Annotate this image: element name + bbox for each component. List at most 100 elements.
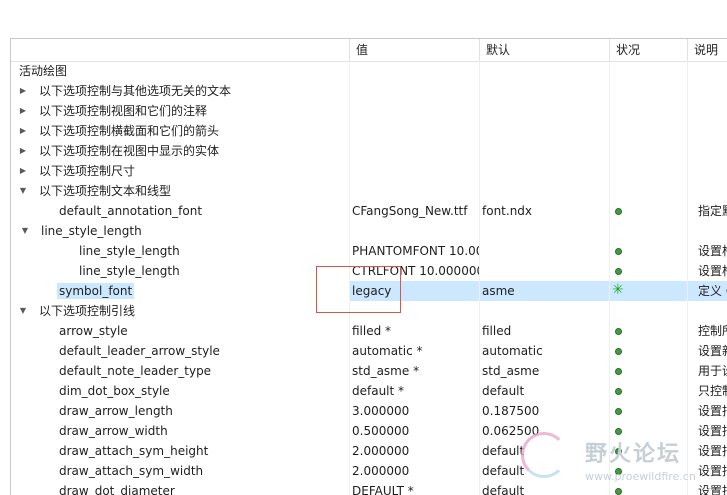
table-row[interactable]: 活动绘图 [11, 61, 727, 81]
table-row[interactable]: ▼ 以下选项控制引线 [11, 301, 727, 321]
option-status [610, 341, 687, 361]
option-status [610, 161, 687, 181]
collapse-arrow-icon[interactable]: ▼ [19, 221, 31, 241]
option-default [480, 81, 609, 101]
expand-arrow-icon[interactable]: ▶ [17, 161, 29, 181]
expand-arrow-icon[interactable]: ▶ [17, 121, 29, 141]
table-row[interactable]: draw_arrow_length 3.000000 0.187500 设置指引 [11, 401, 727, 421]
row-name-cell[interactable]: default_note_leader_type [11, 361, 349, 381]
table-row[interactable]: symbol_font legacy asme ✳ 定义 Cr [11, 281, 727, 301]
option-default-text: filled [482, 324, 512, 338]
table-row[interactable]: ▶ 以下选项控制视图和它们的注释 [11, 101, 727, 121]
option-value[interactable]: automatic * [350, 341, 479, 361]
options-table[interactable]: 值 默认 状况 说明 活动绘图 ▶ 以下选项控制与其他选项无关的文本 ▶ 以下选项控制视… [10, 38, 727, 495]
table-row[interactable]: ▼ line_style_length [11, 221, 727, 241]
option-value[interactable]: legacy [350, 281, 479, 301]
option-value[interactable] [350, 301, 479, 321]
option-value-text [350, 224, 352, 238]
table-row[interactable]: arrow_style filled * filled 控制所有 [11, 321, 727, 341]
option-value[interactable] [350, 161, 479, 181]
collapse-arrow-icon[interactable]: ▼ [17, 301, 29, 321]
row-name-cell[interactable]: default_annotation_font [11, 201, 349, 221]
header-default[interactable]: 默认 [479, 39, 609, 61]
table-row[interactable]: draw_arrow_width 0.500000 0.062500 设置指引 [11, 421, 727, 441]
option-name: dim_dot_box_style [59, 384, 170, 398]
row-name-cell[interactable]: ▶ 以下选项控制横截面和它们的箭头 [11, 121, 349, 141]
option-value[interactable] [350, 221, 479, 241]
row-name-cell[interactable]: line_style_length [11, 261, 349, 281]
table-row[interactable]: ▶ 以下选项控制尺寸 [11, 161, 727, 181]
option-description: 设置构成 [688, 261, 727, 281]
option-value[interactable] [350, 181, 479, 201]
option-value[interactable]: 2.000000 [350, 461, 479, 481]
row-name-cell[interactable]: draw_attach_sym_width [11, 461, 349, 481]
option-value[interactable]: filled * [350, 321, 479, 341]
option-value[interactable] [350, 81, 479, 101]
table-row[interactable]: dim_dot_box_style default * default 只控制点 [11, 381, 727, 401]
row-name-cell[interactable]: ▶ 以下选项控制视图和它们的注释 [11, 101, 349, 121]
option-value[interactable]: 2.000000 [350, 441, 479, 461]
option-default: 0.187500 [480, 401, 609, 421]
row-name-cell[interactable]: ▶ 以下选项控制与其他选项无关的文本 [11, 81, 349, 101]
row-name-cell[interactable]: default_leader_arrow_style [11, 341, 349, 361]
option-value[interactable]: DEFAULT * [350, 481, 479, 495]
row-name-cell[interactable]: ▶ 以下选项控制在视图中显示的实体 [11, 141, 349, 161]
option-value[interactable]: default * [350, 381, 479, 401]
table-row[interactable]: line_style_length CTRLFONT 10.000000 设置构成 [11, 261, 727, 281]
row-name-cell[interactable]: draw_arrow_width [11, 421, 349, 441]
collapse-arrow-icon[interactable]: ▼ [17, 181, 29, 201]
option-value[interactable]: 0.500000 [350, 421, 479, 441]
option-default [480, 161, 609, 181]
table-row[interactable]: default_note_leader_type std_asme * std_as… [11, 361, 727, 381]
row-name-cell[interactable]: draw_attach_sym_height [11, 441, 349, 461]
option-name: 以下选项控制文本和线型 [39, 184, 172, 198]
header-status[interactable]: 状况 [609, 39, 687, 61]
header-name[interactable] [11, 39, 349, 61]
row-name-cell[interactable]: 活动绘图 [11, 61, 349, 81]
header-value[interactable]: 值 [349, 39, 479, 61]
table-row[interactable]: line_style_length PHANTOMFONT 10.000000 设置… [11, 241, 727, 261]
option-value[interactable]: CTRLFONT 10.000000 [350, 261, 479, 281]
option-value[interactable]: std_asme * [350, 361, 479, 381]
option-default-text: 0.187500 [482, 404, 540, 418]
expand-arrow-icon[interactable]: ▶ [17, 81, 29, 101]
table-row[interactable]: ▼ 以下选项控制文本和线型 [11, 181, 727, 201]
status-ok-icon [615, 268, 622, 275]
option-value[interactable] [350, 141, 479, 161]
table-row[interactable]: ▶ 以下选项控制在视图中显示的实体 [11, 141, 727, 161]
option-value[interactable]: CFangSong_New.ttf [350, 201, 479, 221]
table-row[interactable]: draw_attach_sym_height 2.000000 default 设置指… [11, 441, 727, 461]
row-name-cell[interactable]: draw_dot_diameter [11, 481, 349, 495]
option-description: 只控制点 [688, 381, 727, 401]
row-name-cell[interactable]: ▼ line_style_length [11, 221, 349, 241]
row-name-cell[interactable]: ▶ 以下选项控制尺寸 [11, 161, 349, 181]
option-default-text [480, 124, 482, 138]
option-description: 设置新引 [688, 341, 727, 361]
row-name-cell[interactable]: dim_dot_box_style [11, 381, 349, 401]
option-value[interactable]: PHANTOMFONT 10.000000 [350, 241, 479, 261]
expand-arrow-icon[interactable]: ▶ [17, 141, 29, 161]
option-status [610, 261, 687, 281]
table-row[interactable]: draw_attach_sym_width 2.000000 default 设置指引 [11, 461, 727, 481]
option-description [688, 101, 727, 121]
table-row[interactable]: ▶ 以下选项控制与其他选项无关的文本 [11, 81, 727, 101]
row-name-cell[interactable]: line_style_length [11, 241, 349, 261]
table-row[interactable]: default_leader_arrow_style automatic * aut… [11, 341, 727, 361]
table-row[interactable]: default_annotation_font CFangSong_New.ttf… [11, 201, 727, 221]
table-row[interactable]: draw_dot_diameter DEFAULT * default 设置指引 [11, 481, 727, 495]
option-value[interactable] [350, 121, 479, 141]
row-name-cell[interactable]: arrow_style [11, 321, 349, 341]
row-name-cell[interactable]: ▼ 以下选项控制文本和线型 [11, 181, 349, 201]
row-name-cell[interactable]: symbol_font [11, 281, 349, 301]
option-value-text [350, 184, 352, 198]
header-description[interactable]: 说明 [687, 39, 727, 61]
row-name-cell[interactable]: draw_arrow_length [11, 401, 349, 421]
expand-arrow-icon[interactable]: ▶ [17, 101, 29, 121]
option-description-text: 设置指引 [698, 484, 727, 495]
row-name-cell[interactable]: ▼ 以下选项控制引线 [11, 301, 349, 321]
option-value[interactable]: 3.000000 [350, 401, 479, 421]
option-name: draw_attach_sym_height [59, 444, 209, 458]
table-row[interactable]: ▶ 以下选项控制横截面和它们的箭头 [11, 121, 727, 141]
option-value[interactable] [350, 61, 479, 81]
option-value[interactable] [350, 101, 479, 121]
